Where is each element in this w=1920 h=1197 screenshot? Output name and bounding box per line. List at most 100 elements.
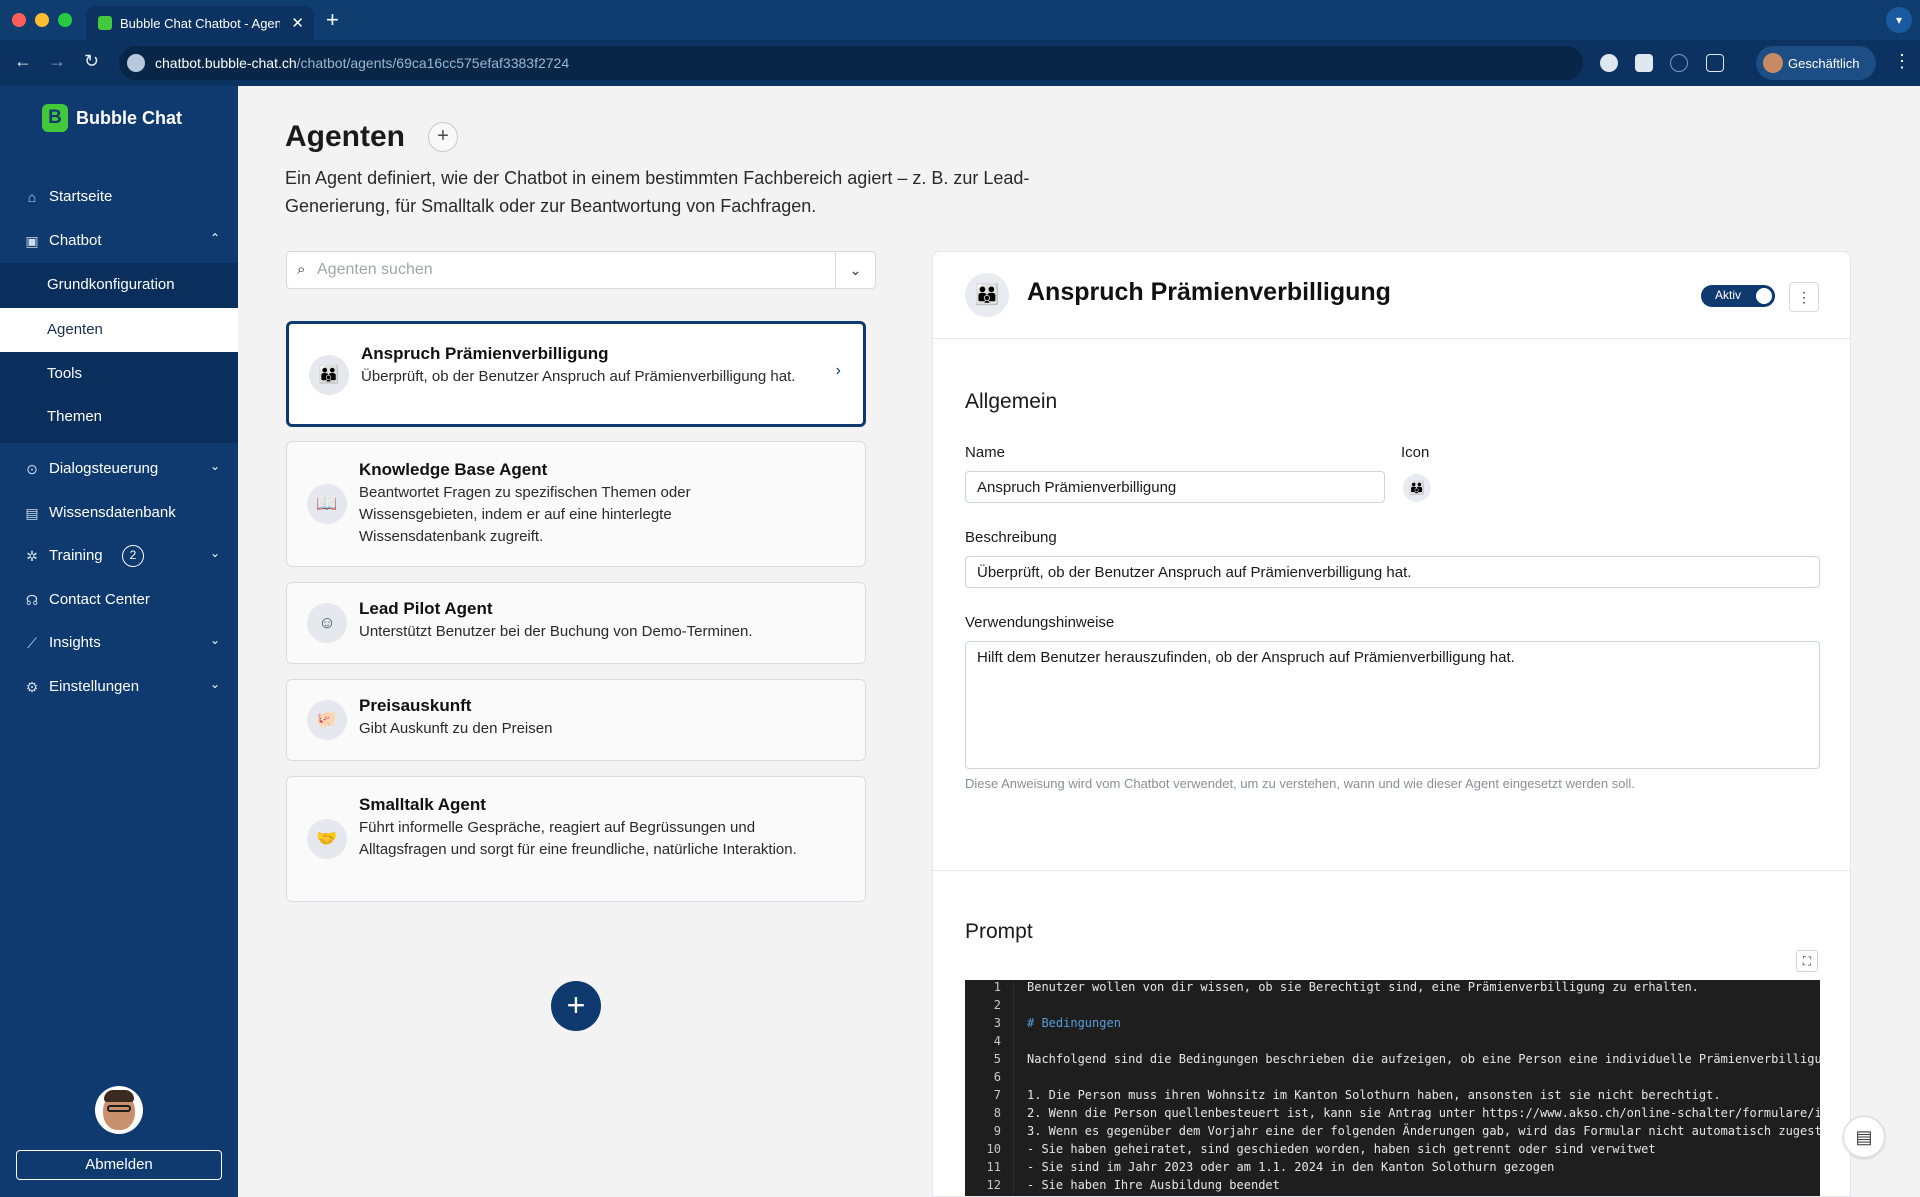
code-line: 12 - Sie haben Ihre Ausbildung beendet xyxy=(965,1178,1820,1196)
name-label: Name xyxy=(965,444,1006,461)
sidebar-item-agenten[interactable]: Agenten xyxy=(0,308,238,352)
fullscreen-icon[interactable]: ⛶ xyxy=(1796,950,1818,972)
chevron-down-icon: ⌄ xyxy=(209,546,220,560)
minimize-window-button[interactable] xyxy=(35,13,49,27)
address-bar[interactable]: chatbot.bubble-chat.ch/chatbot/agents/69… xyxy=(119,46,1583,80)
sidebar-item-insights[interactable]: ⟋ Insights ⌄ xyxy=(0,622,238,664)
sidebar-item-grundkonfiguration[interactable]: Grundkonfiguration xyxy=(0,263,238,307)
agent-description: Beantwortet Fragen zu spezifischen Theme… xyxy=(359,484,691,545)
usage-textarea[interactable]: Hilft dem Benutzer herauszufinden, ob de… xyxy=(965,641,1820,769)
line-number: 6 xyxy=(993,1070,1001,1084)
chatbot-icon: ▣ xyxy=(25,233,39,249)
agent-name: Knowledge Base Agent xyxy=(359,460,548,479)
code-text: 1. Die Person muss ihren Wohnsitz im Kan… xyxy=(1027,1088,1721,1102)
line-number: 12 xyxy=(986,1178,1001,1192)
chevron-right-icon: › xyxy=(835,362,841,379)
toggle-label: Aktiv xyxy=(1715,288,1742,302)
chevron-up-icon: ⌃ xyxy=(209,231,220,245)
favicon-icon xyxy=(98,16,112,30)
profile-button[interactable]: Geschäftlich xyxy=(1756,46,1876,80)
account-icon[interactable] xyxy=(1670,54,1688,72)
sidebar-item-einstellungen[interactable]: ⚙ Einstellungen ⌄ xyxy=(0,666,238,708)
new-tab-button[interactable]: + xyxy=(326,7,339,33)
user-avatar[interactable] xyxy=(95,1086,143,1134)
code-line: 4 xyxy=(965,1034,1820,1052)
code-line: 5 Nachfolgend sind die Bedingungen beschr… xyxy=(965,1052,1820,1070)
sidebar-item-chatbot[interactable]: ▣ Chatbot ⌃ xyxy=(0,220,238,262)
agent-card[interactable]: 🐖 Preisauskunft Gibt Auskunft zu den Pre… xyxy=(286,679,866,761)
add-agent-button[interactable]: + xyxy=(428,122,458,152)
section-title-general: Allgemein xyxy=(965,390,1058,413)
logout-button[interactable]: Abmelden xyxy=(16,1150,222,1180)
tab-search-icon[interactable]: ▾ xyxy=(1886,7,1912,33)
prompt-editor[interactable]: 1 Benutzer wollen von dir wissen, ob sie … xyxy=(965,980,1820,1196)
agent-card[interactable]: 🤝 Smalltalk Agent Führt informelle Gespr… xyxy=(286,776,866,902)
sidebar-item-label: Wissensdatenbank xyxy=(49,504,176,521)
puzzle-icon[interactable] xyxy=(1706,54,1724,72)
sidebar-item-label: Dialogsteuerung xyxy=(49,460,159,477)
code-line: 1 Benutzer wollen von dir wissen, ob sie … xyxy=(965,980,1820,998)
line-number: 1 xyxy=(993,980,1001,994)
description-label: Beschreibung xyxy=(965,529,1057,546)
headset-icon: ☊ xyxy=(25,592,39,608)
sidebar-item-wissensdatenbank[interactable]: ▤ Wissensdatenbank xyxy=(0,492,238,534)
extension-icon[interactable] xyxy=(1600,54,1618,72)
close-window-button[interactable] xyxy=(12,13,26,27)
sidebar-item-dialogsteuerung[interactable]: ⊙ Dialogsteuerung ⌄ xyxy=(0,448,238,490)
sidebar-item-contact-center[interactable]: ☊ Contact Center xyxy=(0,579,238,621)
url-text: chatbot.bubble-chat.ch/chatbot/agents/69… xyxy=(155,55,570,71)
chatbot-submenu: Grundkonfiguration Agenten Tools Themen xyxy=(0,263,238,443)
page-description: Ein Agent definiert, wie der Chatbot in … xyxy=(285,168,1030,216)
add-agent-fab[interactable]: + xyxy=(551,981,601,1031)
sidebar-item-label: Insights xyxy=(49,634,101,651)
active-toggle[interactable]: Aktiv xyxy=(1701,285,1775,307)
agent-card[interactable]: 📖 Knowledge Base Agent Beantwortet Frage… xyxy=(286,441,866,567)
search-input[interactable] xyxy=(317,259,817,281)
sidebar-item-themen[interactable]: Themen xyxy=(0,395,238,439)
name-field[interactable]: Anspruch Prämienverbilligung xyxy=(965,471,1385,503)
gear-icon: ⚙ xyxy=(25,679,39,695)
site-info-icon[interactable] xyxy=(127,54,145,72)
chevron-down-icon[interactable]: ⌄ xyxy=(835,252,875,288)
sidebar: B Bubble Chat ⌂ Startseite ▣ Chatbot ⌃ G… xyxy=(0,86,238,1197)
code-line: 10 - Sie haben geheiratet, sind geschied… xyxy=(965,1142,1820,1160)
sidebar-item-startseite[interactable]: ⌂ Startseite xyxy=(0,176,238,218)
browser-menu-icon[interactable]: ⋮ xyxy=(1893,51,1911,72)
usage-label: Verwendungshinweise xyxy=(965,614,1115,631)
close-tab-icon[interactable]: ✕ xyxy=(291,14,304,32)
reload-icon[interactable]: ↻ xyxy=(84,51,99,72)
description-field[interactable]: Überprüft, ob der Benutzer Anspruch auf … xyxy=(965,556,1820,588)
icon-picker-button[interactable]: 👪 xyxy=(1403,474,1431,502)
back-icon[interactable]: ← xyxy=(14,51,32,72)
line-number: 11 xyxy=(986,1160,1001,1174)
maximize-window-button[interactable] xyxy=(58,13,72,27)
code-text: - Sie sind im Jahr 2023 oder am 1.1. 202… xyxy=(1027,1160,1555,1174)
sidebar-item-training[interactable]: ✲ Training 2 ⌄ xyxy=(0,535,238,577)
line-number: 10 xyxy=(986,1142,1001,1156)
browser-toolbar: ← → ↻ chatbot.bubble-chat.ch/chatbot/age… xyxy=(0,40,1920,86)
training-icon: ✲ xyxy=(26,548,38,564)
line-number: 7 xyxy=(993,1088,1001,1102)
agent-name: Smalltalk Agent xyxy=(359,795,486,814)
browser-tab[interactable]: Bubble Chat Chatbot - Agenten ✕ xyxy=(86,6,314,40)
sidebar-item-label: Training xyxy=(49,547,103,564)
forward-icon[interactable]: → xyxy=(48,51,66,72)
line-number: 9 xyxy=(993,1124,1001,1138)
code-line: 7 1. Die Person muss ihren Wohnsitz im Ka… xyxy=(965,1088,1820,1106)
tab-title: Bubble Chat Chatbot - Agenten xyxy=(120,16,280,31)
more-options-icon[interactable]: ⋮ xyxy=(1789,282,1819,312)
agent-card[interactable]: ☺ Lead Pilot Agent Unterstützt Benutzer … xyxy=(286,582,866,664)
code-text: Nachfolgend sind die Bedingungen beschri… xyxy=(1027,1052,1820,1066)
agent-card[interactable]: 👪 Anspruch Prämienverbilligung Überprüft… xyxy=(286,321,866,427)
code-text: Benutzer wollen von dir wissen, ob sie B… xyxy=(1027,980,1699,994)
shield-icon[interactable] xyxy=(1635,54,1653,72)
sidebar-item-tools[interactable]: Tools xyxy=(0,352,238,396)
page-title: Agenten xyxy=(285,120,405,153)
family-icon: 👪 xyxy=(965,273,1009,317)
book-icon: 📖 xyxy=(307,484,347,524)
agent-search: ⌕ ⌄ xyxy=(286,251,876,289)
sidebar-item-label: Grundkonfiguration xyxy=(47,276,175,293)
code-line: 8 2. Wenn die Person quellenbesteuert ist… xyxy=(965,1106,1820,1124)
code-text: 2. Wenn die Person quellenbesteuert ist,… xyxy=(1027,1106,1820,1120)
chat-widget-icon[interactable]: ▤ xyxy=(1843,1116,1885,1158)
